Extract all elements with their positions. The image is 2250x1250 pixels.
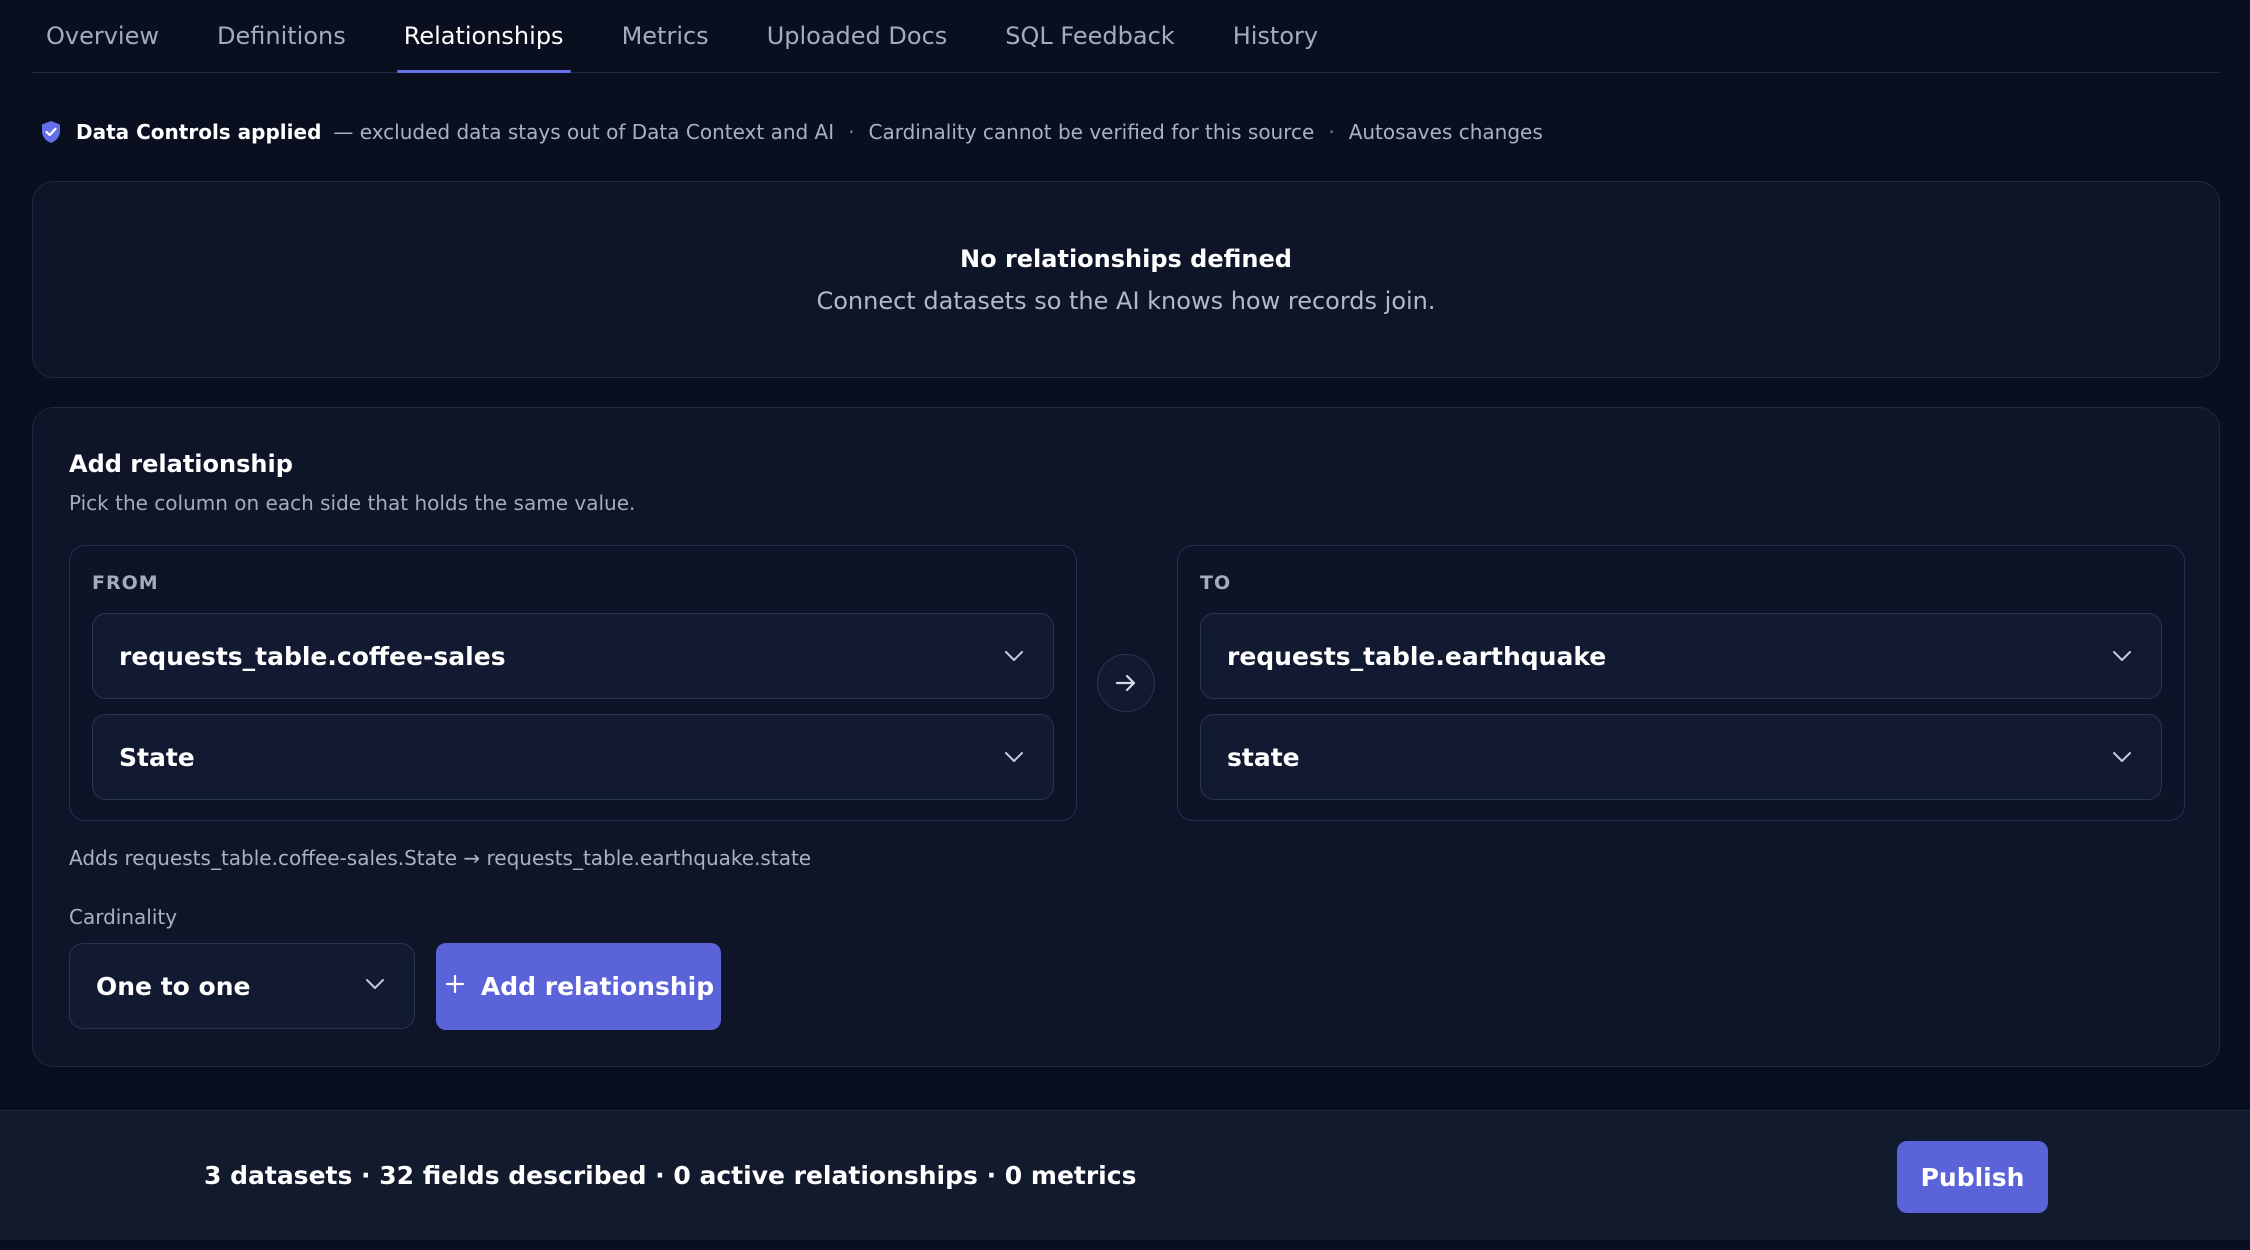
from-column-value: State <box>119 742 195 772</box>
chevron-down-icon <box>362 971 388 1001</box>
empty-state-card: No relationships defined Connect dataset… <box>32 181 2220 378</box>
add-relationship-card: Add relationship Pick the column on each… <box>32 407 2220 1067</box>
publish-button[interactable]: Publish <box>1897 1141 2048 1213</box>
notice-detail: — excluded data stays out of Data Contex… <box>333 120 835 144</box>
from-column-select[interactable]: State <box>92 714 1054 800</box>
chevron-down-icon <box>2109 744 2135 770</box>
notice-separator: · <box>848 120 855 144</box>
from-table-select[interactable]: requests_table.coffee-sales <box>92 613 1054 699</box>
tab-history[interactable]: History <box>1219 22 1332 72</box>
arrow-right-icon <box>1097 654 1155 712</box>
to-column-select[interactable]: state <box>1200 714 2162 800</box>
footer-bar: 3 datasets · 32 fields described · 0 act… <box>0 1110 2250 1240</box>
to-panel: TO requests_table.earthquake state <box>1177 545 2185 821</box>
tab-relationships[interactable]: Relationships <box>390 22 578 73</box>
tab-sql-feedback[interactable]: SQL Feedback <box>991 22 1188 72</box>
plus-icon <box>443 972 467 1002</box>
add-relationship-title: Add relationship <box>69 450 293 478</box>
cardinality-note: Cardinality cannot be verified for this … <box>868 120 1315 144</box>
chevron-down-icon <box>1001 643 1027 669</box>
to-column-value: state <box>1227 742 1300 772</box>
cardinality-label: Cardinality <box>69 905 178 929</box>
cardinality-value: One to one <box>96 971 251 1001</box>
from-label: FROM <box>92 572 159 594</box>
from-panel: FROM requests_table.coffee-sales State <box>69 545 1077 821</box>
to-table-select[interactable]: requests_table.earthquake <box>1200 613 2162 699</box>
tab-overview[interactable]: Overview <box>32 22 173 72</box>
notice-title: Data Controls applied <box>76 120 322 144</box>
from-table-value: requests_table.coffee-sales <box>119 641 506 671</box>
tab-definitions[interactable]: Definitions <box>203 22 360 72</box>
relationship-summary: Adds requests_table.coffee-sales.State →… <box>69 846 812 870</box>
autosave-note: Autosaves changes <box>1348 120 1543 144</box>
tab-metrics[interactable]: Metrics <box>608 22 723 72</box>
tab-uploaded-docs[interactable]: Uploaded Docs <box>753 22 962 72</box>
add-relationship-subtitle: Pick the column on each side that holds … <box>69 491 636 515</box>
tab-bar: Overview Definitions Relationships Metri… <box>32 0 2220 73</box>
cardinality-select[interactable]: One to one <box>69 943 415 1029</box>
add-relationship-button[interactable]: Add relationship <box>436 943 721 1030</box>
empty-state-subtitle: Connect datasets so the AI knows how rec… <box>816 287 1436 315</box>
data-controls-notice: Data Controls applied — excluded data st… <box>40 118 1543 146</box>
chevron-down-icon <box>2109 643 2135 669</box>
to-label: TO <box>1200 572 1232 594</box>
notice-separator: · <box>1328 120 1335 144</box>
to-table-value: requests_table.earthquake <box>1227 641 1607 671</box>
shield-check-icon <box>40 120 62 144</box>
footer-stats: 3 datasets · 32 fields described · 0 act… <box>204 1161 1137 1190</box>
add-relationship-button-label: Add relationship <box>480 972 715 1001</box>
chevron-down-icon <box>1001 744 1027 770</box>
empty-state-title: No relationships defined <box>960 245 1292 273</box>
